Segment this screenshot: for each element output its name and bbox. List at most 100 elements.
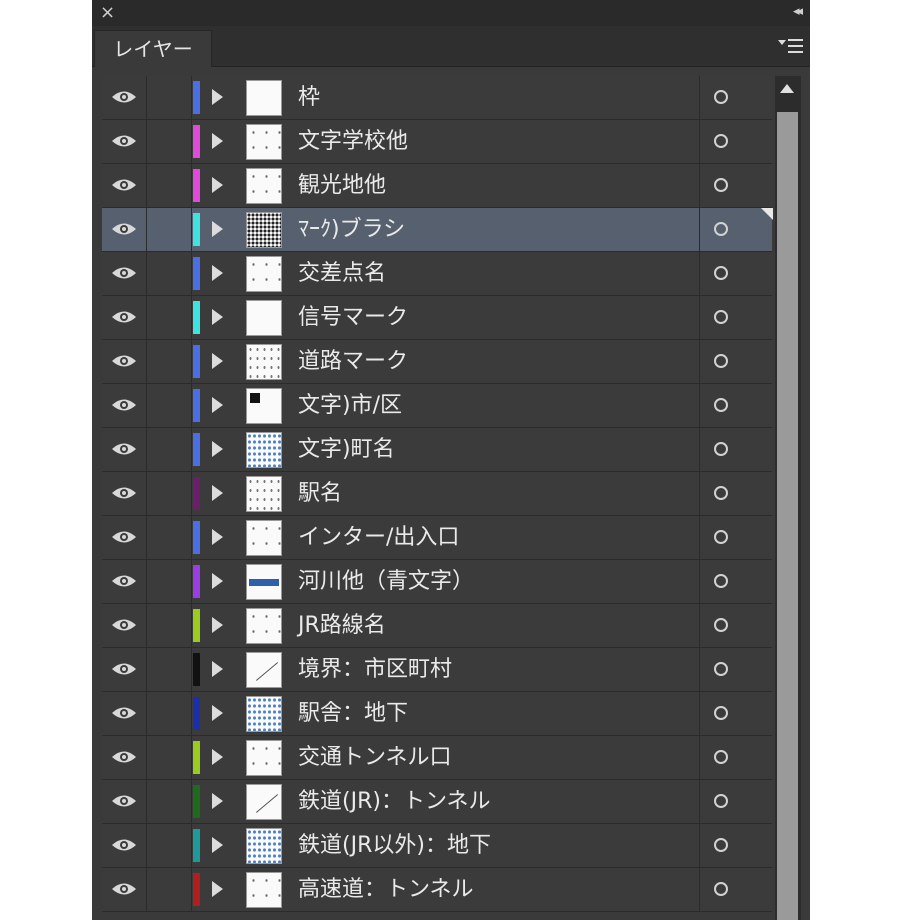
visibility-toggle[interactable] bbox=[102, 208, 147, 251]
expand-triangle-icon[interactable] bbox=[212, 881, 223, 897]
target-circle-icon[interactable] bbox=[714, 794, 728, 808]
layer-row[interactable]: 駅名 bbox=[102, 472, 772, 516]
layer-row[interactable]: 駅舎：地下 bbox=[102, 692, 772, 736]
expand-triangle-icon[interactable] bbox=[212, 133, 223, 149]
target-column[interactable] bbox=[699, 472, 773, 515]
target-circle-icon[interactable] bbox=[714, 574, 728, 588]
target-circle-icon[interactable] bbox=[714, 882, 728, 896]
target-column[interactable] bbox=[699, 824, 773, 867]
layer-row[interactable]: 文字)町名 bbox=[102, 428, 772, 472]
visibility-toggle[interactable] bbox=[102, 604, 147, 647]
expand-triangle-icon[interactable] bbox=[212, 617, 223, 633]
target-circle-icon[interactable] bbox=[714, 442, 728, 456]
lock-toggle[interactable] bbox=[147, 780, 192, 823]
target-circle-icon[interactable] bbox=[714, 90, 728, 104]
visibility-toggle[interactable] bbox=[102, 428, 147, 471]
layer-row[interactable]: 鉄道(JR)：トンネル bbox=[102, 780, 772, 824]
lock-toggle[interactable] bbox=[147, 208, 192, 251]
lock-toggle[interactable] bbox=[147, 472, 192, 515]
expand-triangle-icon[interactable] bbox=[212, 177, 223, 193]
visibility-toggle[interactable] bbox=[102, 252, 147, 295]
tab-layers[interactable]: レイヤー bbox=[94, 30, 212, 67]
target-column[interactable] bbox=[699, 208, 773, 251]
expand-triangle-icon[interactable] bbox=[212, 529, 223, 545]
expand-triangle-icon[interactable] bbox=[212, 89, 223, 105]
layer-row[interactable]: 文字)市/区 bbox=[102, 384, 772, 428]
visibility-toggle[interactable] bbox=[102, 648, 147, 691]
layer-row[interactable]: 鉄道(JR以外)：地下 bbox=[102, 824, 772, 868]
scrollbar[interactable] bbox=[775, 76, 801, 920]
lock-toggle[interactable] bbox=[147, 76, 192, 119]
expand-triangle-icon[interactable] bbox=[212, 837, 223, 853]
layer-row[interactable]: JR路線名 bbox=[102, 604, 772, 648]
lock-toggle[interactable] bbox=[147, 648, 192, 691]
target-circle-icon[interactable] bbox=[714, 222, 728, 236]
target-circle-icon[interactable] bbox=[714, 134, 728, 148]
target-circle-icon[interactable] bbox=[714, 310, 728, 324]
expand-triangle-icon[interactable] bbox=[212, 793, 223, 809]
layer-row[interactable]: 文字学校他 bbox=[102, 120, 772, 164]
lock-toggle[interactable] bbox=[147, 604, 192, 647]
target-column[interactable] bbox=[699, 560, 773, 603]
layer-row[interactable]: 交通トンネル口 bbox=[102, 736, 772, 780]
visibility-toggle[interactable] bbox=[102, 384, 147, 427]
target-circle-icon[interactable] bbox=[714, 530, 728, 544]
target-circle-icon[interactable] bbox=[714, 750, 728, 764]
scroll-thumb[interactable] bbox=[777, 112, 798, 920]
target-column[interactable] bbox=[699, 340, 773, 383]
layer-row[interactable]: 枠 bbox=[102, 76, 772, 120]
lock-toggle[interactable] bbox=[147, 516, 192, 559]
target-column[interactable] bbox=[699, 120, 773, 163]
visibility-toggle[interactable] bbox=[102, 692, 147, 735]
target-column[interactable] bbox=[699, 736, 773, 779]
layer-row[interactable]: ﾏｰｸ)ブラシ bbox=[102, 208, 773, 252]
layer-row[interactable]: 交差点名 bbox=[102, 252, 772, 296]
target-circle-icon[interactable] bbox=[714, 838, 728, 852]
expand-triangle-icon[interactable] bbox=[212, 309, 223, 325]
panel-menu-icon[interactable] bbox=[778, 36, 804, 56]
target-column[interactable] bbox=[699, 296, 773, 339]
lock-toggle[interactable] bbox=[147, 164, 192, 207]
target-circle-icon[interactable] bbox=[714, 706, 728, 720]
visibility-toggle[interactable] bbox=[102, 164, 147, 207]
target-column[interactable] bbox=[699, 252, 773, 295]
target-column[interactable] bbox=[699, 384, 773, 427]
visibility-toggle[interactable] bbox=[102, 516, 147, 559]
layer-row[interactable]: 境界：市区町村 bbox=[102, 648, 772, 692]
target-column[interactable] bbox=[699, 648, 773, 691]
lock-toggle[interactable] bbox=[147, 384, 192, 427]
target-circle-icon[interactable] bbox=[714, 354, 728, 368]
expand-triangle-icon[interactable] bbox=[212, 397, 223, 413]
lock-toggle[interactable] bbox=[147, 824, 192, 867]
layer-row[interactable]: インター/出入口 bbox=[102, 516, 772, 560]
lock-toggle[interactable] bbox=[147, 296, 192, 339]
expand-triangle-icon[interactable] bbox=[212, 485, 223, 501]
layer-row[interactable]: 道路マーク bbox=[102, 340, 772, 384]
close-icon[interactable]: × bbox=[100, 2, 115, 24]
expand-triangle-icon[interactable] bbox=[212, 221, 223, 237]
target-column[interactable] bbox=[699, 692, 773, 735]
target-circle-icon[interactable] bbox=[714, 266, 728, 280]
expand-triangle-icon[interactable] bbox=[212, 749, 223, 765]
expand-triangle-icon[interactable] bbox=[212, 573, 223, 589]
expand-triangle-icon[interactable] bbox=[212, 441, 223, 457]
expand-triangle-icon[interactable] bbox=[212, 705, 223, 721]
visibility-toggle[interactable] bbox=[102, 736, 147, 779]
lock-toggle[interactable] bbox=[147, 692, 192, 735]
lock-toggle[interactable] bbox=[147, 560, 192, 603]
target-column[interactable] bbox=[699, 428, 773, 471]
visibility-toggle[interactable] bbox=[102, 296, 147, 339]
expand-triangle-icon[interactable] bbox=[212, 661, 223, 677]
target-column[interactable] bbox=[699, 780, 773, 823]
visibility-toggle[interactable] bbox=[102, 76, 147, 119]
layer-row[interactable]: 河川他（青文字） bbox=[102, 560, 772, 604]
target-column[interactable] bbox=[699, 76, 773, 119]
target-circle-icon[interactable] bbox=[714, 618, 728, 632]
collapse-panel-icon[interactable]: ◂◂ bbox=[793, 4, 803, 19]
target-circle-icon[interactable] bbox=[714, 486, 728, 500]
lock-toggle[interactable] bbox=[147, 120, 192, 163]
visibility-toggle[interactable] bbox=[102, 560, 147, 603]
layer-row[interactable]: 観光地他 bbox=[102, 164, 772, 208]
target-circle-icon[interactable] bbox=[714, 398, 728, 412]
layer-row[interactable]: 信号マーク bbox=[102, 296, 772, 340]
